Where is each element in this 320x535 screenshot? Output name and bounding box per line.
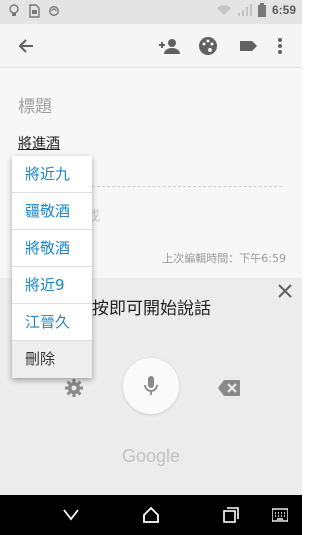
suggestion-item-3[interactable]: 將敬酒 [12, 230, 92, 267]
backspace-icon[interactable] [218, 380, 240, 396]
battery-icon [257, 3, 266, 17]
back-arrow-icon[interactable] [16, 36, 36, 56]
microphone-button[interactable] [123, 358, 179, 414]
nav-recents-icon[interactable] [222, 507, 240, 523]
status-left-icons [8, 4, 60, 18]
suggestion-item-2[interactable]: 疆敬酒 [12, 193, 92, 230]
wifi-icon [216, 5, 231, 15]
note-divider [92, 186, 282, 187]
note-title-field[interactable]: 標題 [18, 92, 52, 117]
note-body-text[interactable]: 將進酒 [18, 133, 60, 153]
delete-button[interactable]: 刪除 [12, 341, 92, 378]
navigation-bar [0, 495, 302, 535]
label-icon[interactable] [238, 36, 258, 56]
sync-icon [49, 6, 59, 16]
status-bar: 6:59 [0, 0, 302, 24]
settings-gear-icon[interactable] [64, 378, 84, 398]
palette-icon[interactable] [198, 36, 218, 56]
last-edited-label: 上次編輯時間：下午6:59 [162, 252, 286, 265]
signal-icon [237, 4, 252, 16]
suggestion-item-1[interactable]: 將近九 [12, 156, 92, 193]
status-time: 6:59 [271, 3, 296, 17]
add-person-icon[interactable] [158, 36, 180, 56]
lightbulb-icon [9, 4, 19, 16]
suggestion-item-4[interactable]: 將近9 [12, 267, 92, 304]
suggestion-item-5[interactable]: 江晉久 [12, 304, 92, 341]
status-right-icons: 6:59 [216, 3, 296, 17]
google-logo: Google [121, 446, 181, 466]
keyboard-icon[interactable] [272, 507, 288, 523]
more-vert-icon[interactable] [274, 36, 286, 56]
note-toolbar [0, 24, 302, 68]
nav-back-icon[interactable] [62, 507, 80, 523]
microphone-icon [144, 376, 158, 395]
nav-home-icon[interactable] [142, 507, 160, 523]
suggestion-popup: 將近九 疆敬酒 將敬酒 將近9 江晉久 刪除 [12, 156, 92, 378]
sim-icon [29, 4, 40, 18]
close-icon[interactable] [278, 284, 292, 298]
voice-prompt: 按即可開始說話 [92, 299, 211, 319]
screen: 6:59 標題 將進酒 戌 上次編輯時間：下午6:59 按即可開始說話 Goog… [0, 0, 302, 535]
